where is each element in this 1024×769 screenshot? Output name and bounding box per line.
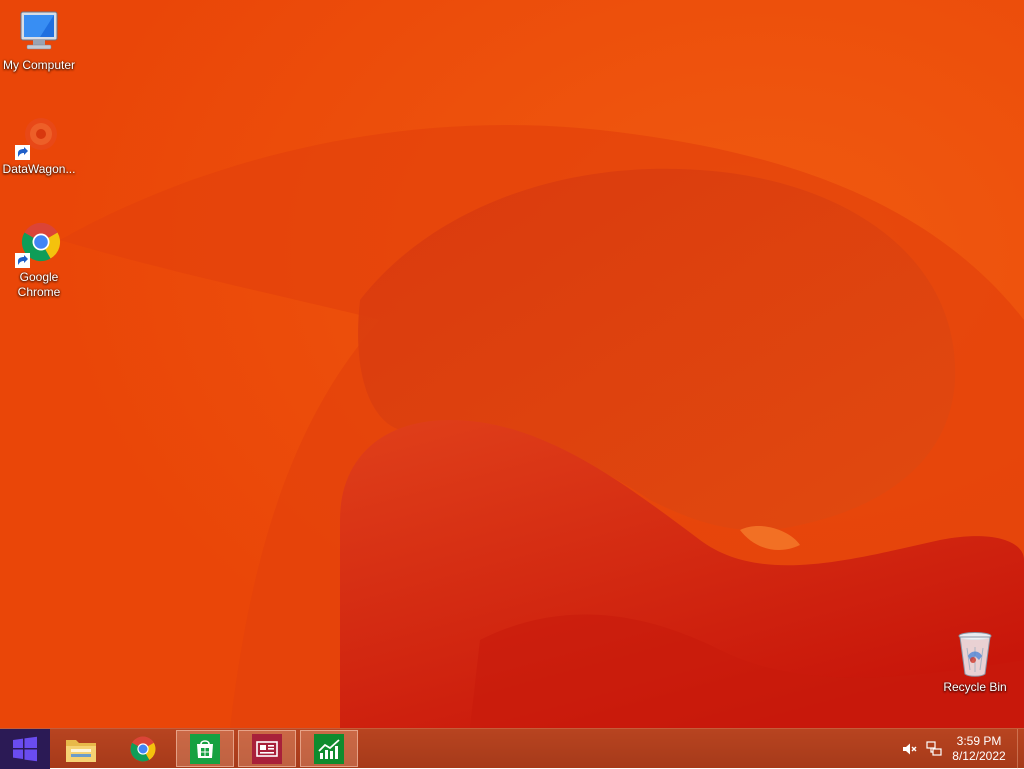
chrome-icon — [15, 220, 63, 268]
datawagon-icon — [15, 112, 63, 160]
shortcut-arrow-icon — [15, 253, 30, 268]
taskbar-store-button[interactable] — [176, 730, 234, 767]
recycle-bin-icon — [951, 630, 999, 678]
windows-logo-icon — [13, 736, 37, 762]
desktop-icon-label: My Computer — [2, 58, 76, 72]
system-tray: 3:59 PM 8/12/2022 — [884, 729, 1024, 769]
taskbar-finance-button[interactable] — [300, 730, 358, 767]
store-icon — [190, 733, 220, 764]
taskbar: 3:59 PM 8/12/2022 — [0, 728, 1024, 769]
desktop-icon-recycle-bin[interactable]: Recycle Bin — [936, 630, 1014, 695]
clock-time: 3:59 PM — [956, 734, 1002, 748]
desktop-icon-datawagon[interactable]: DataWagon... — [0, 112, 78, 177]
volume-muted-icon[interactable] — [902, 741, 918, 757]
show-desktop-button[interactable] — [1017, 729, 1024, 769]
my-computer-icon — [15, 8, 63, 56]
taskbar-file-explorer-button[interactable] — [52, 730, 110, 767]
desktop-icon-label: Google Chrome — [17, 270, 61, 299]
wallpaper — [0, 0, 1024, 728]
desktop-icon-label: DataWagon... — [2, 162, 76, 176]
news-icon — [252, 733, 282, 764]
clock-date: 8/12/2022 — [952, 749, 1006, 763]
desktop-icon-google-chrome[interactable]: Google Chrome — [0, 220, 78, 300]
taskbar-chrome-button[interactable] — [114, 730, 172, 767]
desktop-icon-my-computer[interactable]: My Computer — [0, 8, 78, 73]
chrome-icon — [130, 736, 156, 761]
desktop: My Computer DataWagon... Google Chrome R… — [0, 0, 1024, 728]
taskbar-news-button[interactable] — [238, 730, 296, 767]
finance-icon — [314, 733, 344, 764]
start-button[interactable] — [0, 729, 50, 769]
desktop-icon-label: Recycle Bin — [943, 680, 1007, 694]
taskbar-clock[interactable]: 3:59 PM 8/12/2022 — [944, 734, 1014, 764]
file-explorer-icon — [66, 739, 96, 762]
shortcut-arrow-icon — [15, 145, 30, 160]
network-icon[interactable] — [926, 741, 942, 757]
